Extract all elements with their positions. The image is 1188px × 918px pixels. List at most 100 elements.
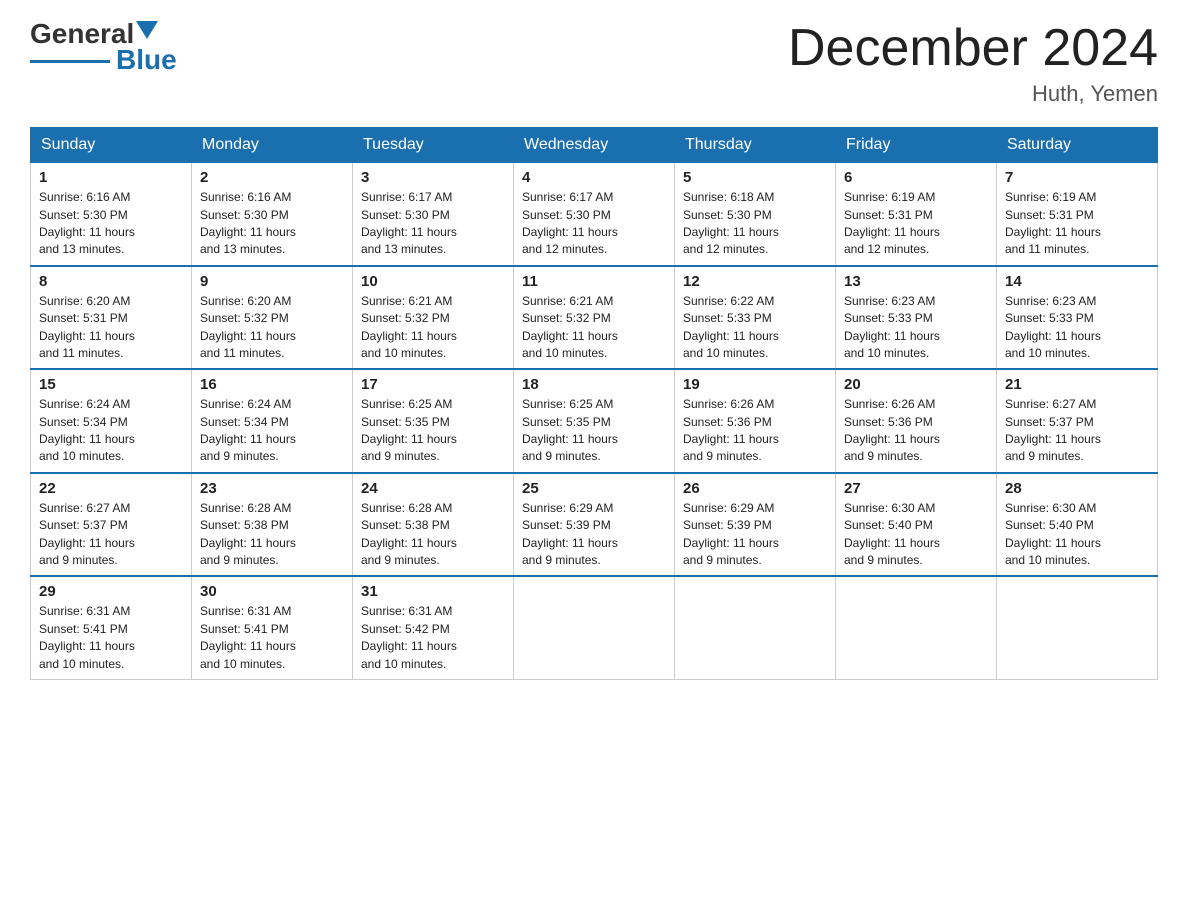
day-info: Sunrise: 6:20 AMSunset: 5:32 PMDaylight:… bbox=[200, 294, 296, 360]
calendar-day-cell bbox=[514, 576, 675, 679]
calendar-day-header: Wednesday bbox=[514, 128, 675, 163]
day-info: Sunrise: 6:21 AMSunset: 5:32 PMDaylight:… bbox=[361, 294, 457, 360]
calendar-day-cell: 6 Sunrise: 6:19 AMSunset: 5:31 PMDayligh… bbox=[836, 163, 997, 266]
day-number: 17 bbox=[361, 376, 505, 393]
day-info: Sunrise: 6:28 AMSunset: 5:38 PMDaylight:… bbox=[361, 501, 457, 567]
day-info: Sunrise: 6:25 AMSunset: 5:35 PMDaylight:… bbox=[522, 397, 618, 463]
day-number: 14 bbox=[1005, 273, 1149, 290]
logo: General Blue bbox=[30, 20, 177, 74]
day-info: Sunrise: 6:20 AMSunset: 5:31 PMDaylight:… bbox=[39, 294, 135, 360]
calendar-day-cell: 22 Sunrise: 6:27 AMSunset: 5:37 PMDaylig… bbox=[31, 473, 192, 577]
day-number: 23 bbox=[200, 480, 344, 497]
day-info: Sunrise: 6:19 AMSunset: 5:31 PMDaylight:… bbox=[844, 190, 940, 256]
calendar-week-row: 8 Sunrise: 6:20 AMSunset: 5:31 PMDayligh… bbox=[31, 266, 1158, 370]
day-info: Sunrise: 6:29 AMSunset: 5:39 PMDaylight:… bbox=[683, 501, 779, 567]
calendar-week-row: 1 Sunrise: 6:16 AMSunset: 5:30 PMDayligh… bbox=[31, 163, 1158, 266]
day-info: Sunrise: 6:17 AMSunset: 5:30 PMDaylight:… bbox=[522, 190, 618, 256]
day-number: 29 bbox=[39, 583, 183, 600]
calendar-day-cell: 31 Sunrise: 6:31 AMSunset: 5:42 PMDaylig… bbox=[353, 576, 514, 679]
day-number: 22 bbox=[39, 480, 183, 497]
day-info: Sunrise: 6:19 AMSunset: 5:31 PMDaylight:… bbox=[1005, 190, 1101, 256]
calendar-day-cell: 19 Sunrise: 6:26 AMSunset: 5:36 PMDaylig… bbox=[675, 369, 836, 473]
day-number: 7 bbox=[1005, 169, 1149, 186]
calendar-day-cell: 20 Sunrise: 6:26 AMSunset: 5:36 PMDaylig… bbox=[836, 369, 997, 473]
calendar-day-cell bbox=[997, 576, 1158, 679]
calendar-week-row: 22 Sunrise: 6:27 AMSunset: 5:37 PMDaylig… bbox=[31, 473, 1158, 577]
calendar-day-cell: 24 Sunrise: 6:28 AMSunset: 5:38 PMDaylig… bbox=[353, 473, 514, 577]
day-number: 27 bbox=[844, 480, 988, 497]
day-info: Sunrise: 6:22 AMSunset: 5:33 PMDaylight:… bbox=[683, 294, 779, 360]
calendar-day-cell: 30 Sunrise: 6:31 AMSunset: 5:41 PMDaylig… bbox=[192, 576, 353, 679]
page-title: December 2024 bbox=[788, 20, 1158, 77]
calendar-day-cell: 9 Sunrise: 6:20 AMSunset: 5:32 PMDayligh… bbox=[192, 266, 353, 370]
calendar-day-cell: 28 Sunrise: 6:30 AMSunset: 5:40 PMDaylig… bbox=[997, 473, 1158, 577]
calendar-table: SundayMondayTuesdayWednesdayThursdayFrid… bbox=[30, 127, 1158, 680]
calendar-day-cell: 1 Sunrise: 6:16 AMSunset: 5:30 PMDayligh… bbox=[31, 163, 192, 266]
day-number: 18 bbox=[522, 376, 666, 393]
day-number: 25 bbox=[522, 480, 666, 497]
day-info: Sunrise: 6:21 AMSunset: 5:32 PMDaylight:… bbox=[522, 294, 618, 360]
calendar-day-cell: 17 Sunrise: 6:25 AMSunset: 5:35 PMDaylig… bbox=[353, 369, 514, 473]
day-number: 3 bbox=[361, 169, 505, 186]
calendar-day-header: Monday bbox=[192, 128, 353, 163]
day-info: Sunrise: 6:30 AMSunset: 5:40 PMDaylight:… bbox=[844, 501, 940, 567]
calendar-day-cell: 11 Sunrise: 6:21 AMSunset: 5:32 PMDaylig… bbox=[514, 266, 675, 370]
calendar-day-cell: 3 Sunrise: 6:17 AMSunset: 5:30 PMDayligh… bbox=[353, 163, 514, 266]
calendar-day-cell: 5 Sunrise: 6:18 AMSunset: 5:30 PMDayligh… bbox=[675, 163, 836, 266]
day-info: Sunrise: 6:16 AMSunset: 5:30 PMDaylight:… bbox=[200, 190, 296, 256]
day-info: Sunrise: 6:26 AMSunset: 5:36 PMDaylight:… bbox=[844, 397, 940, 463]
day-number: 24 bbox=[361, 480, 505, 497]
page-subtitle: Huth, Yemen bbox=[788, 81, 1158, 107]
day-info: Sunrise: 6:31 AMSunset: 5:41 PMDaylight:… bbox=[200, 604, 296, 670]
calendar-week-row: 29 Sunrise: 6:31 AMSunset: 5:41 PMDaylig… bbox=[31, 576, 1158, 679]
day-number: 10 bbox=[361, 273, 505, 290]
day-number: 13 bbox=[844, 273, 988, 290]
day-number: 15 bbox=[39, 376, 183, 393]
day-info: Sunrise: 6:27 AMSunset: 5:37 PMDaylight:… bbox=[39, 501, 135, 567]
logo-blue-text: Blue bbox=[116, 46, 177, 74]
day-number: 4 bbox=[522, 169, 666, 186]
day-info: Sunrise: 6:30 AMSunset: 5:40 PMDaylight:… bbox=[1005, 501, 1101, 567]
day-number: 19 bbox=[683, 376, 827, 393]
calendar-day-header: Thursday bbox=[675, 128, 836, 163]
day-number: 1 bbox=[39, 169, 183, 186]
logo-triangle-icon bbox=[136, 21, 158, 39]
calendar-day-cell: 16 Sunrise: 6:24 AMSunset: 5:34 PMDaylig… bbox=[192, 369, 353, 473]
calendar-day-cell: 2 Sunrise: 6:16 AMSunset: 5:30 PMDayligh… bbox=[192, 163, 353, 266]
calendar-day-header: Friday bbox=[836, 128, 997, 163]
calendar-day-header: Sunday bbox=[31, 128, 192, 163]
calendar-day-cell: 21 Sunrise: 6:27 AMSunset: 5:37 PMDaylig… bbox=[997, 369, 1158, 473]
day-info: Sunrise: 6:31 AMSunset: 5:41 PMDaylight:… bbox=[39, 604, 135, 670]
calendar-day-cell: 8 Sunrise: 6:20 AMSunset: 5:31 PMDayligh… bbox=[31, 266, 192, 370]
day-number: 12 bbox=[683, 273, 827, 290]
title-block: December 2024 Huth, Yemen bbox=[788, 20, 1158, 107]
calendar-day-cell: 27 Sunrise: 6:30 AMSunset: 5:40 PMDaylig… bbox=[836, 473, 997, 577]
calendar-day-cell: 14 Sunrise: 6:23 AMSunset: 5:33 PMDaylig… bbox=[997, 266, 1158, 370]
calendar-day-cell: 29 Sunrise: 6:31 AMSunset: 5:41 PMDaylig… bbox=[31, 576, 192, 679]
day-number: 28 bbox=[1005, 480, 1149, 497]
day-info: Sunrise: 6:23 AMSunset: 5:33 PMDaylight:… bbox=[844, 294, 940, 360]
day-number: 20 bbox=[844, 376, 988, 393]
calendar-day-cell: 7 Sunrise: 6:19 AMSunset: 5:31 PMDayligh… bbox=[997, 163, 1158, 266]
day-info: Sunrise: 6:31 AMSunset: 5:42 PMDaylight:… bbox=[361, 604, 457, 670]
calendar-day-cell: 25 Sunrise: 6:29 AMSunset: 5:39 PMDaylig… bbox=[514, 473, 675, 577]
day-info: Sunrise: 6:26 AMSunset: 5:36 PMDaylight:… bbox=[683, 397, 779, 463]
day-number: 21 bbox=[1005, 376, 1149, 393]
day-info: Sunrise: 6:27 AMSunset: 5:37 PMDaylight:… bbox=[1005, 397, 1101, 463]
calendar-day-cell: 18 Sunrise: 6:25 AMSunset: 5:35 PMDaylig… bbox=[514, 369, 675, 473]
day-info: Sunrise: 6:29 AMSunset: 5:39 PMDaylight:… bbox=[522, 501, 618, 567]
day-number: 6 bbox=[844, 169, 988, 186]
calendar-day-cell: 4 Sunrise: 6:17 AMSunset: 5:30 PMDayligh… bbox=[514, 163, 675, 266]
calendar-day-header: Tuesday bbox=[353, 128, 514, 163]
day-number: 8 bbox=[39, 273, 183, 290]
day-info: Sunrise: 6:18 AMSunset: 5:30 PMDaylight:… bbox=[683, 190, 779, 256]
day-number: 2 bbox=[200, 169, 344, 186]
day-number: 31 bbox=[361, 583, 505, 600]
day-number: 26 bbox=[683, 480, 827, 497]
day-number: 9 bbox=[200, 273, 344, 290]
day-info: Sunrise: 6:24 AMSunset: 5:34 PMDaylight:… bbox=[39, 397, 135, 463]
day-info: Sunrise: 6:24 AMSunset: 5:34 PMDaylight:… bbox=[200, 397, 296, 463]
calendar-day-cell: 10 Sunrise: 6:21 AMSunset: 5:32 PMDaylig… bbox=[353, 266, 514, 370]
calendar-day-cell bbox=[675, 576, 836, 679]
day-number: 16 bbox=[200, 376, 344, 393]
